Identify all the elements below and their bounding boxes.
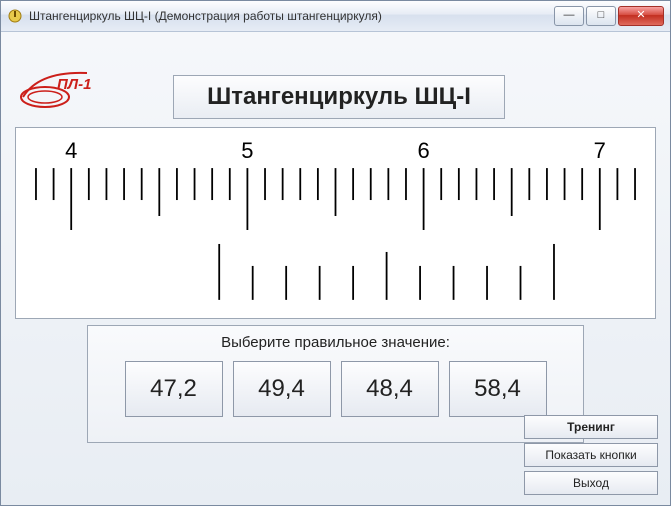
- scale-panel: 4 5 6 7: [15, 127, 656, 319]
- answer-button-1[interactable]: 47,2: [125, 361, 223, 417]
- caliper-scale: 4 5 6 7: [16, 128, 655, 318]
- svg-text:4: 4: [65, 138, 77, 163]
- svg-text:7: 7: [594, 138, 606, 163]
- svg-text:6: 6: [417, 138, 429, 163]
- quiz-prompt: Выберите правильное значение:: [88, 334, 583, 351]
- heading-box: Штангенциркуль ШЦ-I: [173, 75, 505, 119]
- logo-text: ПЛ-1: [57, 76, 91, 93]
- maximize-button[interactable]: □: [586, 6, 616, 26]
- quiz-panel: Выберите правильное значение: 47,2 49,4 …: [87, 325, 584, 443]
- answer-button-2[interactable]: 49,4: [233, 361, 331, 417]
- window-controls: — □ ✕: [554, 6, 664, 26]
- minimize-button[interactable]: —: [554, 6, 584, 26]
- answer-button-4[interactable]: 58,4: [449, 361, 547, 417]
- answers-row: 47,2 49,4 48,4 58,4: [88, 361, 583, 417]
- window-title: Штангенциркуль ШЦ-I (Демонстрация работы…: [29, 9, 554, 23]
- app-window: Штангенциркуль ШЦ-I (Демонстрация работы…: [0, 0, 671, 506]
- title-bar: Штангенциркуль ШЦ-I (Демонстрация работы…: [1, 1, 670, 32]
- side-buttons: Тренинг Показать кнопки Выход: [524, 415, 658, 495]
- logo: ПЛ-1: [17, 67, 103, 111]
- training-button[interactable]: Тренинг: [524, 415, 658, 439]
- app-icon: [7, 8, 23, 24]
- heading-text: Штангенциркуль ШЦ-I: [207, 83, 471, 111]
- svg-text:5: 5: [241, 138, 253, 163]
- close-button[interactable]: ✕: [618, 6, 664, 26]
- exit-button[interactable]: Выход: [524, 471, 658, 495]
- answer-button-3[interactable]: 48,4: [341, 361, 439, 417]
- client-area: ПЛ-1 Штангенциркуль ШЦ-I 4 5 6 7 Выберите п…: [1, 31, 670, 505]
- show-buttons-button[interactable]: Показать кнопки: [524, 443, 658, 467]
